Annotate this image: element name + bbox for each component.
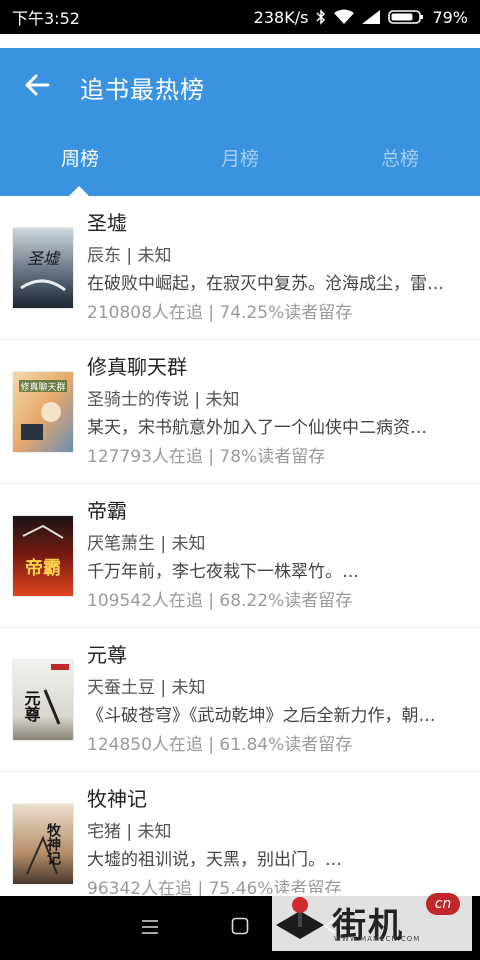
book-description: 某天，宋书航意外加入了一个仙侠中二病资… bbox=[87, 418, 427, 438]
menu-button[interactable] bbox=[136, 914, 164, 942]
home-icon bbox=[231, 917, 249, 939]
watermark: 街机 WWW.MAMECN.COM cn bbox=[272, 893, 472, 951]
back-button[interactable] bbox=[0, 48, 74, 126]
book-cover: 圣墟 bbox=[13, 228, 73, 308]
watermark-badge: cn bbox=[426, 893, 460, 915]
battery-icon bbox=[388, 9, 424, 25]
cover-title: 牧神记 bbox=[45, 822, 61, 866]
cover-title: 帝霸 bbox=[25, 557, 61, 579]
joystick-logo-icon bbox=[272, 895, 328, 949]
wifi-icon bbox=[334, 9, 355, 25]
book-info: 修真聊天群 圣骑士的传说 | 未知 某天，宋书航意外加入了一个仙侠中二病资… 1… bbox=[87, 352, 467, 471]
book-item[interactable]: 圣墟 圣墟 辰东 | 未知 在破败中崛起，在寂灭中复苏。沧海成尘，雷… 2108… bbox=[0, 196, 480, 340]
tab-weekly[interactable]: 周榜 bbox=[0, 138, 160, 184]
cover-title: 圣墟 bbox=[27, 249, 61, 268]
cover-title: 元尊 bbox=[22, 690, 41, 723]
bluetooth-icon bbox=[316, 9, 326, 25]
tab-indicator bbox=[69, 186, 89, 196]
tab-total[interactable]: 总榜 bbox=[320, 138, 480, 184]
book-author-status: 天蚕土豆 | 未知 bbox=[87, 678, 206, 698]
book-title: 圣墟 bbox=[87, 211, 127, 235]
menu-icon bbox=[141, 919, 159, 938]
arrow-left-icon bbox=[24, 74, 50, 100]
book-item[interactable]: 元尊 元尊 天蚕土豆 | 未知 《斗破苍穹》《武动乾坤》之后全新力作，朝… 12… bbox=[0, 628, 480, 772]
book-title: 帝霸 bbox=[87, 499, 127, 523]
book-list[interactable]: 圣墟 圣墟 辰东 | 未知 在破败中崛起，在寂灭中复苏。沧海成尘，雷… 2108… bbox=[0, 196, 480, 896]
book-stats: 124850人在追 | 61.84%读者留存 bbox=[87, 735, 353, 755]
book-info: 帝霸 厌笔萧生 | 未知 千万年前，李七夜栽下一株翠竹。… 109542人在追 … bbox=[87, 496, 467, 615]
tab-bar: 周榜 月榜 总榜 bbox=[0, 138, 480, 184]
watermark-url: WWW.MAMECN.COM bbox=[334, 935, 421, 943]
book-author-status: 圣骑士的传说 | 未知 bbox=[87, 390, 240, 410]
status-icons: 238K/s 79% bbox=[254, 8, 468, 27]
status-bar: 下午3:52 238K/s 79% bbox=[0, 0, 480, 34]
book-description: 在破败中崛起，在寂灭中复苏。沧海成尘，雷… bbox=[87, 274, 444, 294]
book-item[interactable]: 帝霸 帝霸 厌笔萧生 | 未知 千万年前，李七夜栽下一株翠竹。… 109542人… bbox=[0, 484, 480, 628]
home-button[interactable] bbox=[226, 914, 254, 942]
cover-title: 修真聊天群 bbox=[20, 381, 65, 393]
book-title: 修真聊天群 bbox=[87, 355, 187, 379]
book-description: 千万年前，李七夜栽下一株翠竹。… bbox=[87, 562, 359, 582]
book-cover: 牧神记 bbox=[13, 804, 73, 884]
battery-level: 79% bbox=[432, 7, 468, 27]
signal-icon bbox=[362, 10, 381, 24]
tab-monthly[interactable]: 月榜 bbox=[160, 138, 320, 184]
book-item[interactable]: 修真聊天群 修真聊天群 圣骑士的传说 | 未知 某天，宋书航意外加入了一个仙侠中… bbox=[0, 340, 480, 484]
page-title: 追书最热榜 bbox=[80, 75, 205, 104]
book-cover: 元尊 bbox=[13, 660, 73, 740]
book-info: 圣墟 辰东 | 未知 在破败中崛起，在寂灭中复苏。沧海成尘，雷… 210808人… bbox=[87, 208, 467, 327]
book-title: 元尊 bbox=[87, 643, 127, 667]
book-cover: 帝霸 bbox=[13, 516, 73, 596]
book-cover: 修真聊天群 bbox=[13, 372, 73, 452]
book-author-status: 宅猪 | 未知 bbox=[87, 822, 172, 842]
book-description: 大墟的祖训说，天黑，别出门。… bbox=[87, 850, 342, 870]
book-author-status: 辰东 | 未知 bbox=[87, 246, 172, 266]
book-description: 《斗破苍穹》《武动乾坤》之后全新力作，朝… bbox=[87, 706, 436, 726]
book-stats: 210808人在追 | 74.25%读者留存 bbox=[87, 303, 353, 323]
header-row: 追书最热榜 bbox=[0, 48, 480, 126]
book-stats: 127793人在追 | 78%读者留存 bbox=[87, 447, 326, 467]
book-info: 牧神记 宅猪 | 未知 大墟的祖训说，天黑，别出门。… 96342人在追 | 7… bbox=[87, 784, 467, 896]
book-title: 牧神记 bbox=[87, 787, 147, 811]
app-header: 追书最热榜 周榜 月榜 总榜 bbox=[0, 48, 480, 196]
book-info: 元尊 天蚕土豆 | 未知 《斗破苍穹》《武动乾坤》之后全新力作，朝… 12485… bbox=[87, 640, 467, 759]
book-item[interactable]: 牧神记 牧神记 宅猪 | 未知 大墟的祖训说，天黑，别出门。… 96342人在追… bbox=[0, 772, 480, 896]
book-stats: 109542人在追 | 68.22%读者留存 bbox=[87, 591, 353, 611]
book-author-status: 厌笔萧生 | 未知 bbox=[87, 534, 206, 554]
status-time: 下午3:52 bbox=[12, 9, 80, 28]
network-speed: 238K/s bbox=[253, 7, 309, 27]
